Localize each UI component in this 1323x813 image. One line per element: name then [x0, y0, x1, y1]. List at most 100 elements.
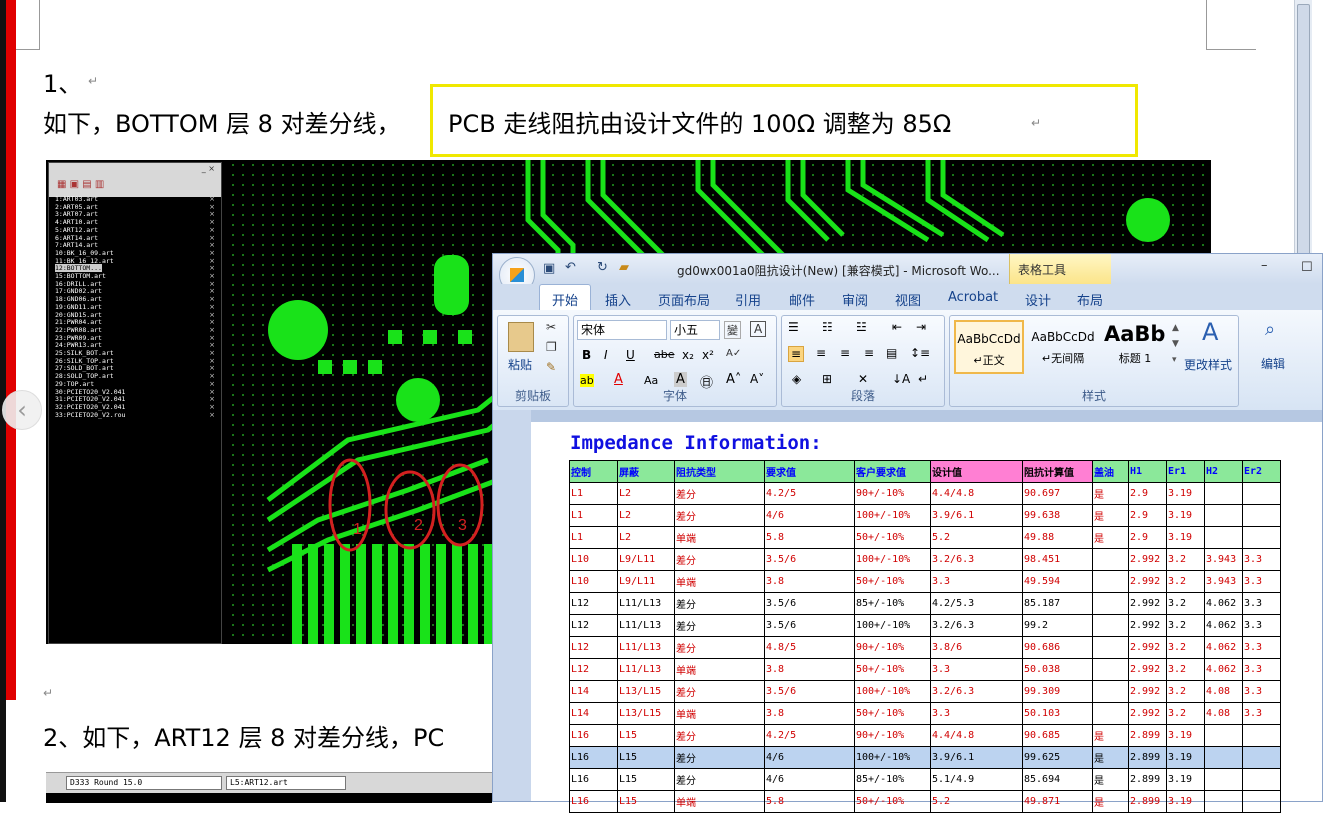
table-cell[interactable]: 3.3 — [930, 658, 1023, 681]
table-cell[interactable]: 单端 — [674, 570, 765, 593]
table-cell[interactable] — [1204, 504, 1243, 527]
tab-review[interactable]: 审阅 — [842, 290, 868, 309]
maximize-icon[interactable]: ☐ — [1301, 260, 1313, 275]
table-cell[interactable]: 100+/-10% — [854, 504, 931, 527]
table-cell[interactable]: 3.943 — [1204, 548, 1243, 571]
align-left-icon[interactable]: ≡ — [788, 346, 805, 362]
table-cell[interactable]: 3.8 — [764, 658, 855, 681]
table-cell[interactable]: L16 — [569, 746, 618, 769]
table-cell[interactable]: 2.9 — [1128, 482, 1167, 505]
binoculars-icon[interactable]: ⌕ — [1265, 319, 1275, 340]
table-cell[interactable]: 是 — [1092, 482, 1129, 505]
styles-scroll-icon[interactable]: ▲ ▼ ▾ — [1172, 320, 1179, 368]
table-cell[interactable]: L15 — [617, 746, 675, 769]
table-cell[interactable]: 3.2/6.3 — [930, 680, 1023, 703]
table-cell[interactable]: 4.062 — [1204, 658, 1243, 681]
table-cell[interactable]: 3.2/6.3 — [930, 548, 1023, 571]
layer-select[interactable]: L5:ART12.art — [226, 776, 346, 790]
cut-icon[interactable]: ✂ — [546, 320, 556, 334]
table-cell[interactable]: 是 — [1092, 526, 1129, 549]
table-cell[interactable]: 3.3 — [930, 702, 1023, 725]
table-cell[interactable]: 3.3 — [1242, 636, 1281, 659]
aperture-select[interactable]: D333 Round 15.0 — [66, 776, 222, 790]
table-cell[interactable]: 2.992 — [1128, 548, 1167, 571]
table-cell[interactable]: 3.9/6.1 — [930, 504, 1023, 527]
table-cell[interactable]: 4.2/5.3 — [930, 592, 1023, 615]
tab-mailings[interactable]: 邮件 — [789, 290, 815, 309]
table-cell[interactable] — [1092, 614, 1129, 637]
table-cell[interactable]: L14 — [569, 702, 618, 725]
align-right-icon[interactable]: ≡ — [840, 346, 850, 360]
shading-icon[interactable]: ◈ — [792, 372, 801, 386]
table-cell[interactable]: 是 — [1092, 724, 1129, 747]
table-cell[interactable]: L11/L13 — [617, 636, 675, 659]
change-styles-button[interactable]: 更改样式 — [1184, 356, 1232, 373]
table-cell[interactable]: 100+/-10% — [854, 680, 931, 703]
line-spacing-icon[interactable]: ↕≡ — [910, 346, 930, 360]
table-cell[interactable]: 50+/-10% — [854, 702, 931, 725]
table-cell[interactable]: 49.594 — [1022, 570, 1093, 593]
table-cell[interactable]: L12 — [569, 636, 618, 659]
table-cell[interactable]: 是 — [1092, 746, 1129, 769]
close-icon[interactable]: _ × — [202, 164, 215, 173]
table-cell[interactable] — [1092, 548, 1129, 571]
tab-references[interactable]: 引用 — [735, 290, 761, 309]
undo-icon[interactable]: ↶ — [565, 260, 576, 275]
style-normal[interactable]: AaBbCcDd ↵正文 — [954, 320, 1024, 374]
table-cell[interactable] — [1092, 658, 1129, 681]
table-cell[interactable]: 2.9 — [1128, 526, 1167, 549]
align-center-icon[interactable]: ≡ — [816, 346, 826, 360]
table-cell[interactable]: 是 — [1092, 504, 1129, 527]
table-cell[interactable]: L13/L15 — [617, 702, 675, 725]
table-cell[interactable]: 3.2 — [1166, 702, 1205, 725]
table-cell[interactable]: 3.2/6.3 — [930, 614, 1023, 637]
table-cell[interactable]: L9/L11 — [617, 548, 675, 571]
table-row[interactable]: L12 L11/L13 差分 4.8/5 90+/-10% 3.8/6 90.686 2.99… — [569, 636, 1281, 659]
table-row[interactable]: L1 L2 单端 5.8 50+/-10% 5.2 49.88 是 2.9 3.19 — [569, 526, 1281, 549]
distributed-icon[interactable]: ▤ — [886, 346, 897, 360]
table-cell[interactable]: L12 — [569, 614, 618, 637]
table-cell[interactable]: 2.899 — [1128, 746, 1167, 769]
table-cell[interactable]: 49.88 — [1022, 526, 1093, 549]
table-cell[interactable]: 4/6 — [764, 504, 855, 527]
table-cell[interactable]: 3.5/6 — [764, 614, 855, 637]
table-cell[interactable]: 3.8/6 — [930, 636, 1023, 659]
table-row[interactable]: L14 L13/L15 单端 3.8 50+/-10% 3.3 50.103 2.992 3.2… — [569, 702, 1281, 725]
table-cell[interactable]: 100+/-10% — [854, 614, 931, 637]
editing-button[interactable]: 编辑 — [1261, 355, 1285, 372]
table-cell[interactable]: 单端 — [674, 702, 765, 725]
table-cell[interactable]: 4.062 — [1204, 614, 1243, 637]
table-cell[interactable]: 2.992 — [1128, 636, 1167, 659]
table-row[interactable]: L12 L11/L13 差分 3.5/6 100+/-10% 3.2/6.3 99.2 2.9… — [569, 614, 1281, 637]
table-cell[interactable]: 99.309 — [1022, 680, 1093, 703]
table-cell[interactable]: L14 — [569, 680, 618, 703]
table-cell[interactable]: 85.187 — [1022, 592, 1093, 615]
decrease-indent-icon[interactable]: ⇤ — [892, 320, 902, 334]
paste-button[interactable]: 粘贴 — [508, 356, 532, 373]
table-cell[interactable] — [1242, 482, 1281, 505]
phonetic-icon[interactable]: 變 — [724, 321, 741, 339]
table-cell[interactable]: L1 — [569, 482, 618, 505]
table-cell[interactable]: 3.5/6 — [764, 680, 855, 703]
table-cell[interactable] — [1242, 504, 1281, 527]
table-cell[interactable]: 3.2 — [1166, 614, 1205, 637]
table-cell[interactable]: 4.062 — [1204, 636, 1243, 659]
table-cell[interactable]: 3.19 — [1166, 768, 1205, 791]
table-cell[interactable]: 4.4/4.8 — [930, 482, 1023, 505]
grow-font-icon[interactable]: A˄ — [726, 372, 741, 387]
table-row[interactable]: L12 L11/L13 单端 3.8 50+/-10% 3.3 50.038 2.992 3.2… — [569, 658, 1281, 681]
table-cell[interactable]: 3.3 — [1242, 680, 1281, 703]
table-cell[interactable] — [1242, 768, 1281, 791]
clear-format-icon[interactable]: A✓ — [726, 348, 741, 359]
table-row[interactable]: L12 L11/L13 差分 3.5/6 85+/-10% 4.2/5.3 85.187 2.… — [569, 592, 1281, 615]
table-cell[interactable]: 50.103 — [1022, 702, 1093, 725]
tab-home[interactable]: 开始 — [552, 290, 578, 309]
table-cell[interactable]: 90.685 — [1022, 724, 1093, 747]
table-row[interactable]: L16 L15 差分 4/6 100+/-10% 3.9/6.1 99.625 是 2.899 3… — [569, 746, 1281, 769]
table-cell[interactable] — [1092, 570, 1129, 593]
table-cell[interactable] — [1242, 724, 1281, 747]
strikethrough-icon[interactable]: abe — [654, 348, 675, 361]
table-cell[interactable]: 3.2 — [1166, 636, 1205, 659]
table-cell[interactable]: 3.2 — [1166, 548, 1205, 571]
table-cell[interactable] — [1092, 680, 1129, 703]
